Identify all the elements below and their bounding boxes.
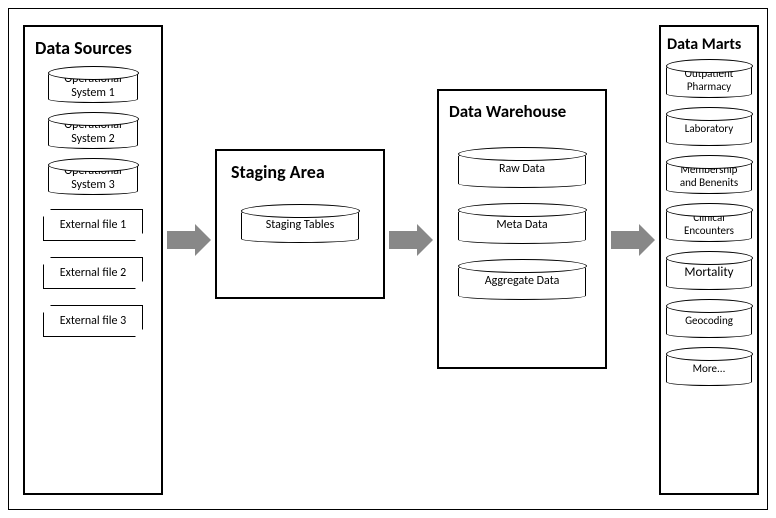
mart-outpatient-pharmacy: Outpatient Pharmacy — [666, 64, 752, 98]
cyl-label: More... — [693, 363, 726, 376]
external-file-1: External file 1 — [43, 209, 143, 241]
external-file-2: External file 2 — [43, 257, 143, 289]
data-marts-title: Data Marts — [661, 27, 757, 58]
arrow-icon — [389, 231, 417, 249]
cyl-label: Outpatient Pharmacy — [673, 68, 745, 93]
data-sources-box: Data Sources Operational System 1 Operat… — [23, 25, 163, 495]
data-warehouse-box: Data Warehouse Raw Data Meta Data Aggreg… — [437, 89, 607, 369]
mart-laboratory: Laboratory — [666, 112, 752, 146]
staging-tables: Staging Tables — [241, 209, 359, 243]
warehouse-meta-data: Meta Data — [458, 208, 586, 244]
cyl-label: Meta Data — [496, 219, 547, 233]
cyl-label: Mortality — [684, 266, 733, 281]
mart-more: More... — [666, 352, 752, 386]
diagram-frame: Data Sources Operational System 1 Operat… — [8, 8, 768, 510]
staging-area-box: Staging Area Staging Tables — [215, 149, 385, 299]
file-label: External file 1 — [60, 218, 127, 232]
cyl-label: Membership and Benenits — [673, 164, 745, 189]
file-label: External file 3 — [60, 314, 127, 328]
external-file-3: External file 3 — [43, 305, 143, 337]
arrow-icon — [611, 231, 639, 249]
cyl-label: Staging Tables — [266, 219, 335, 233]
warehouse-raw-data: Raw Data — [458, 152, 586, 188]
cyl-label: Clinical Encounters — [673, 212, 745, 237]
cyl-label: Geocoding — [685, 315, 733, 328]
arrow-icon — [417, 224, 433, 256]
arrow-icon — [639, 224, 655, 256]
cyl-label: Operational System 1 — [55, 73, 131, 101]
file-label: External file 2 — [60, 266, 127, 280]
arrow-warehouse-to-marts — [611, 224, 655, 256]
arrow-icon — [195, 224, 211, 256]
data-sources-title: Data Sources — [25, 27, 161, 65]
staging-area-title: Staging Area — [217, 151, 383, 191]
data-marts-box: Data Marts Outpatient Pharmacy Laborator… — [659, 25, 759, 495]
cyl-label: Laboratory — [685, 123, 734, 136]
operational-system-2: Operational System 2 — [48, 117, 138, 149]
cyl-label: Operational System 2 — [55, 119, 131, 147]
mart-mortality: Mortality — [666, 256, 752, 290]
arrow-staging-to-warehouse — [389, 224, 433, 256]
mart-geocoding: Geocoding — [666, 304, 752, 338]
arrow-icon — [167, 231, 195, 249]
arrow-sources-to-staging — [167, 224, 211, 256]
data-warehouse-title: Data Warehouse — [439, 91, 605, 128]
mart-clinical-encounters: Clinical Encounters — [666, 208, 752, 242]
warehouse-aggregate-data: Aggregate Data — [458, 264, 586, 300]
mart-membership-benefits: Membership and Benenits — [666, 160, 752, 194]
cyl-label: Raw Data — [499, 163, 545, 177]
cyl-label: Aggregate Data — [485, 275, 560, 289]
operational-system-3: Operational System 3 — [48, 163, 138, 195]
operational-system-1: Operational System 1 — [48, 71, 138, 103]
cyl-label: Operational System 3 — [55, 165, 131, 193]
